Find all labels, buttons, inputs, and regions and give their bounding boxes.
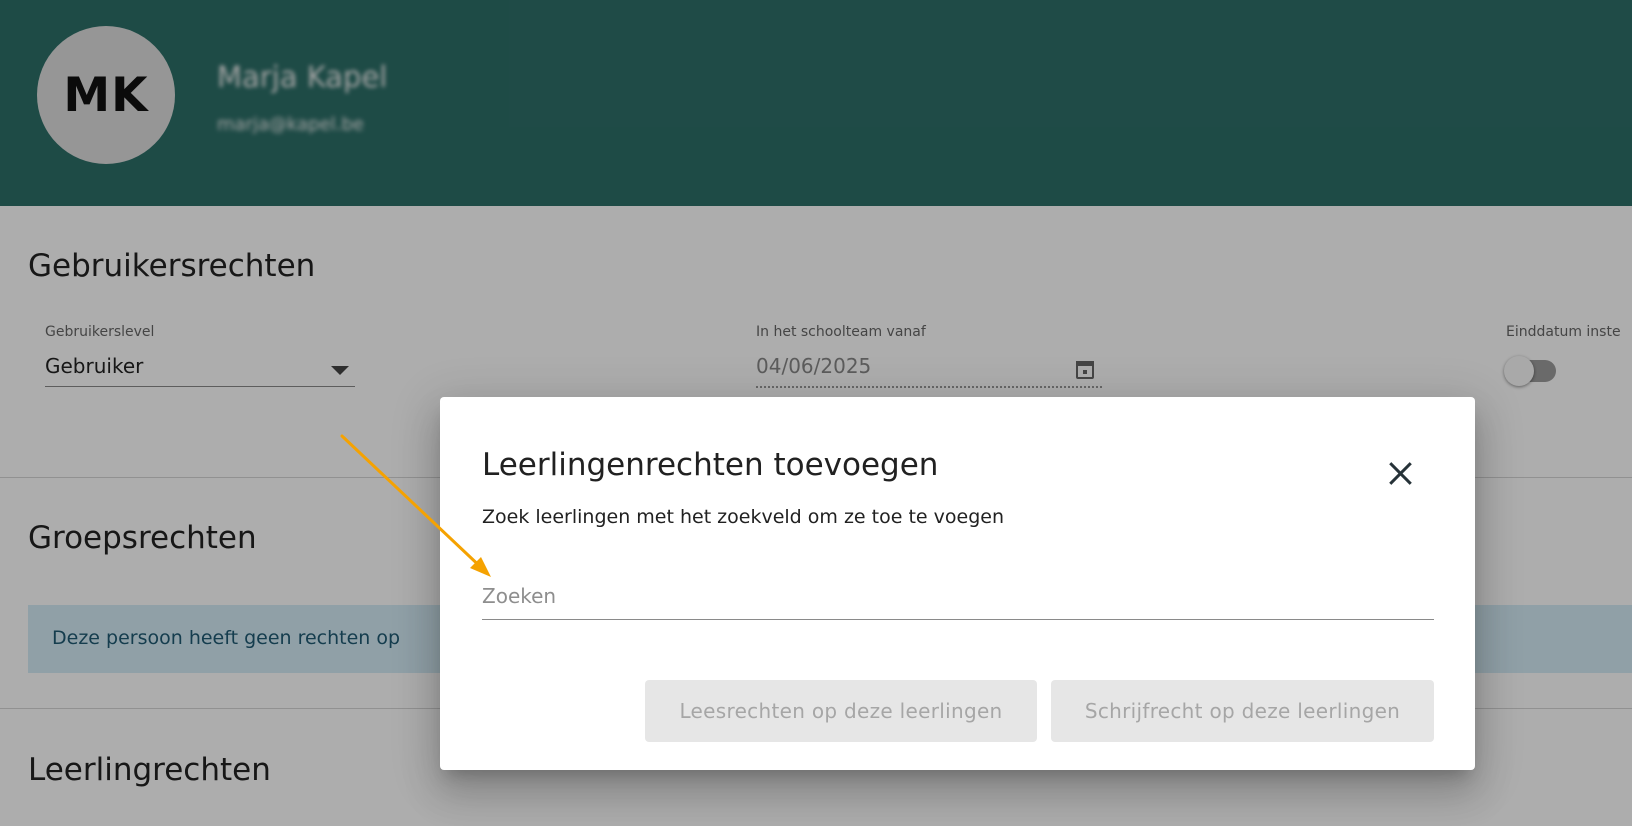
write-rights-button[interactable]: Schrijfrecht op deze leerlingen — [1051, 680, 1434, 742]
dialog-title: Leerlingenrechten toevoegen — [482, 447, 939, 483]
dialog-subtitle: Zoek leerlingen met het zoekveld om ze t… — [482, 506, 1004, 528]
add-student-rights-dialog: Leerlingenrechten toevoegen Zoek leerlin… — [440, 397, 1475, 770]
read-rights-button[interactable]: Leesrechten op deze leerlingen — [645, 680, 1037, 742]
close-icon[interactable] — [1384, 457, 1416, 489]
search-input[interactable] — [482, 580, 1434, 620]
